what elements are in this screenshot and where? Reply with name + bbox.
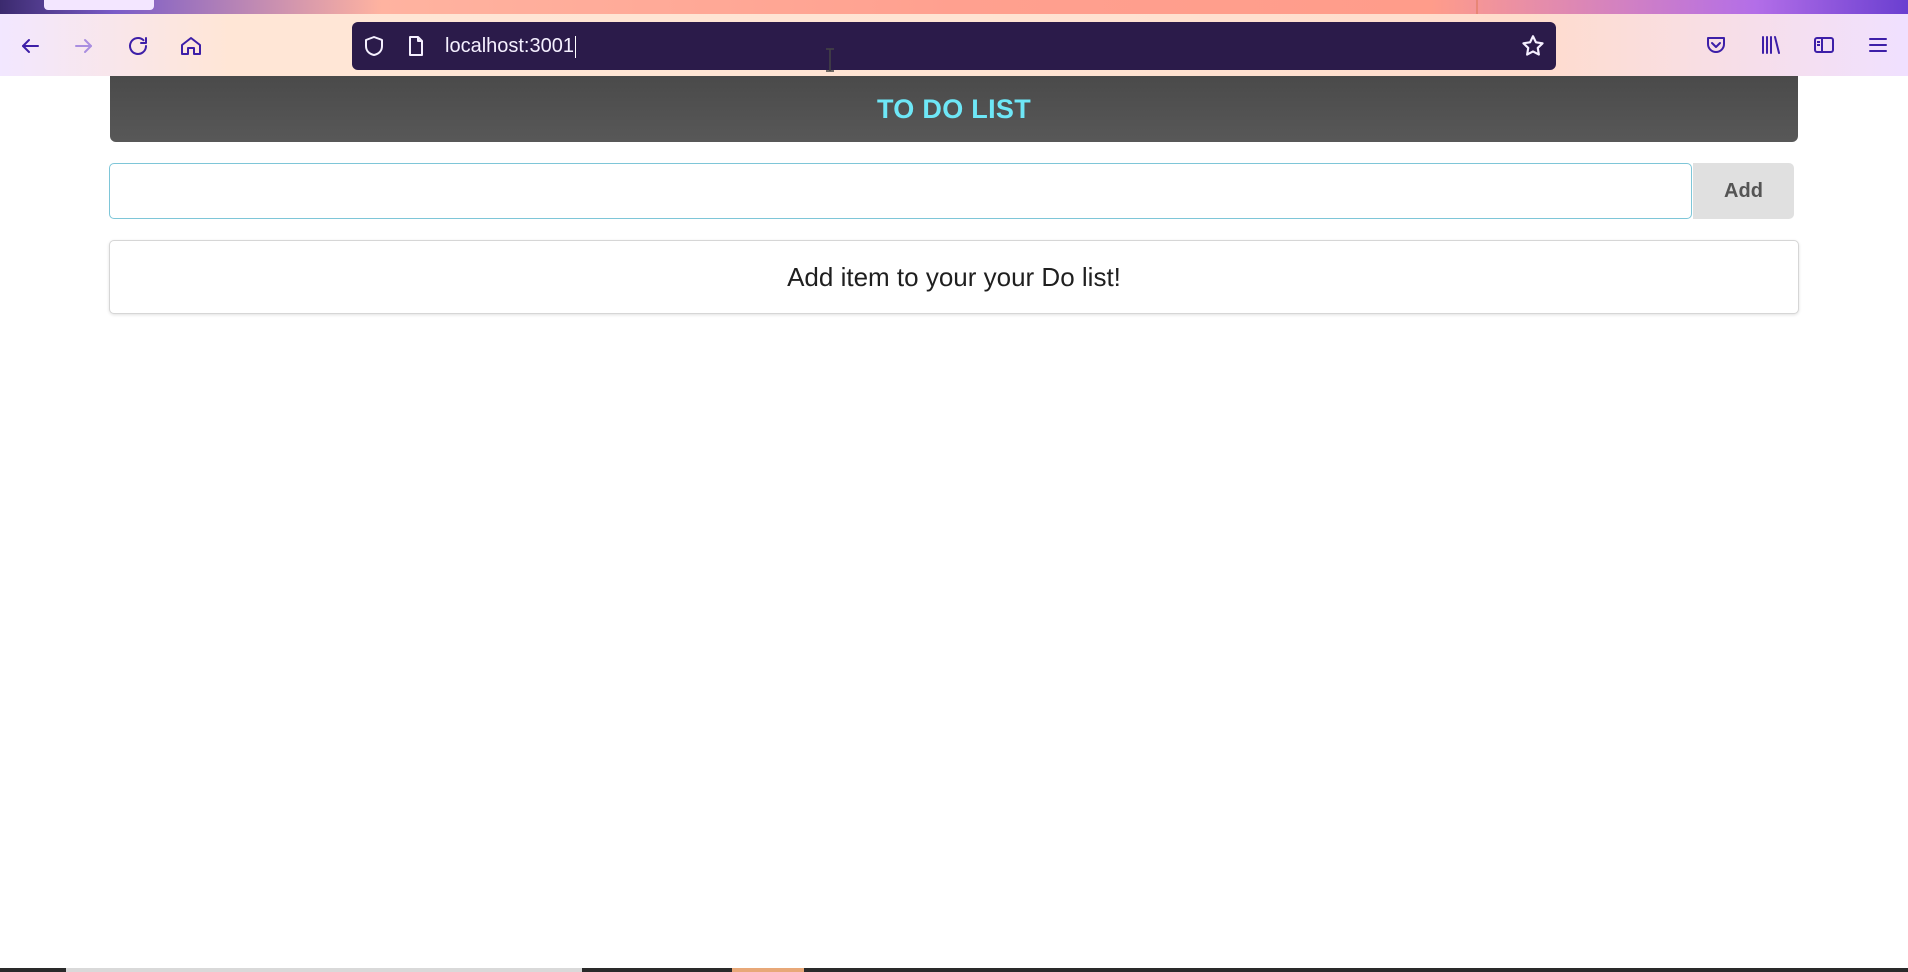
empty-list-message: Add item to your your Do list! bbox=[787, 261, 1121, 292]
text-caret bbox=[574, 35, 576, 58]
url-bar[interactable]: localhost:3001 bbox=[352, 22, 1556, 70]
app-header: TO DO LIST bbox=[110, 76, 1798, 142]
active-tab[interactable] bbox=[44, 0, 154, 10]
back-button[interactable] bbox=[12, 28, 48, 64]
taskbar-edge bbox=[0, 968, 1908, 972]
page-title: TO DO LIST bbox=[876, 93, 1031, 124]
url-text[interactable]: localhost:3001 bbox=[445, 34, 576, 58]
forward-button[interactable] bbox=[66, 28, 102, 64]
tab-divider bbox=[1476, 0, 1478, 14]
todo-input[interactable] bbox=[109, 163, 1692, 219]
forward-arrow-icon bbox=[75, 39, 92, 53]
bookmark-star-icon[interactable] bbox=[1520, 33, 1546, 59]
browser-toolbar: localhost:3001 bbox=[0, 0, 1908, 76]
url-value: localhost:3001 bbox=[445, 35, 574, 57]
taskbar-segment-active bbox=[732, 968, 804, 972]
home-button[interactable] bbox=[173, 28, 209, 64]
hamburger-menu-icon bbox=[1869, 38, 1887, 52]
pocket-button[interactable] bbox=[1701, 30, 1731, 60]
home-icon bbox=[181, 37, 201, 55]
reload-button[interactable] bbox=[120, 28, 156, 64]
taskbar-segment bbox=[66, 968, 582, 972]
library-icon bbox=[1762, 36, 1780, 54]
back-arrow-icon bbox=[22, 39, 39, 53]
sidebar-button[interactable] bbox=[1809, 30, 1839, 60]
tab-strip bbox=[0, 0, 1908, 14]
empty-list-card: Add item to your your Do list! bbox=[109, 240, 1799, 314]
text-cursor-icon bbox=[826, 48, 834, 72]
page-icon bbox=[409, 36, 423, 56]
library-button[interactable] bbox=[1756, 30, 1786, 60]
shield-icon[interactable] bbox=[362, 34, 386, 58]
reload-icon bbox=[129, 37, 147, 55]
pocket-icon bbox=[1707, 37, 1725, 53]
add-button[interactable]: Add bbox=[1693, 163, 1794, 219]
menu-button[interactable] bbox=[1863, 30, 1893, 60]
sidebar-icon bbox=[1814, 37, 1834, 53]
